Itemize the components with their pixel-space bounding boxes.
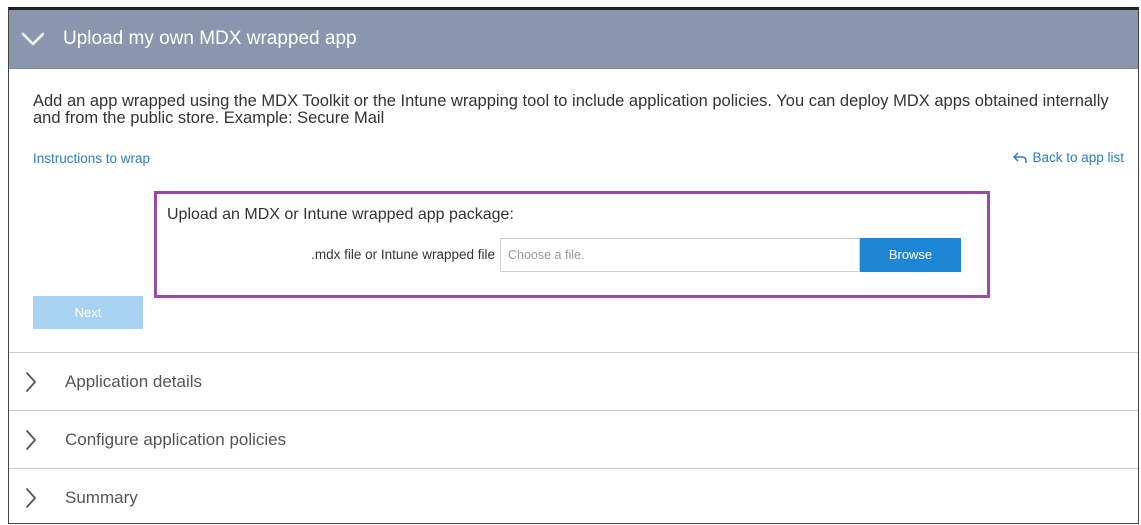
- section-application-details[interactable]: Application details: [9, 352, 1138, 410]
- upload-section-header[interactable]: Upload my own MDX wrapped app: [9, 10, 1138, 69]
- chevron-down-icon: [21, 29, 47, 49]
- section-configure-application-policies[interactable]: Configure application policies: [9, 410, 1138, 468]
- browse-button[interactable]: Browse: [860, 238, 961, 272]
- chevron-right-icon: [25, 487, 39, 509]
- section-summary[interactable]: Summary: [9, 468, 1138, 523]
- file-input[interactable]: Choose a file.: [500, 238, 860, 272]
- back-to-app-list-label: Back to app list: [1032, 150, 1124, 165]
- upload-package-title: Upload an MDX or Intune wrapped app pack…: [167, 206, 514, 223]
- section-label: Summary: [65, 487, 138, 507]
- upload-description: Add an app wrapped using the MDX Toolkit…: [33, 92, 1109, 127]
- chevron-right-icon: [25, 371, 39, 393]
- app-upload-panel: Upload my own MDX wrapped app Add an app…: [8, 7, 1139, 524]
- section-label: Application details: [65, 371, 203, 391]
- file-field-label: .mdx file or Intune wrapped file: [311, 247, 495, 262]
- back-arrow-icon: [1012, 151, 1028, 164]
- next-button[interactable]: Next: [33, 296, 143, 329]
- chevron-right-icon: [25, 429, 39, 451]
- upload-section-title: Upload my own MDX wrapped app: [63, 28, 357, 49]
- section-label: Configure application policies: [65, 429, 287, 449]
- back-to-app-list-link[interactable]: Back to app list: [1012, 150, 1124, 165]
- upload-package-box: Upload an MDX or Intune wrapped app pack…: [154, 191, 990, 298]
- instructions-to-wrap-link[interactable]: Instructions to wrap: [33, 151, 150, 166]
- upload-section-content: Add an app wrapped using the MDX Toolkit…: [9, 69, 1138, 352]
